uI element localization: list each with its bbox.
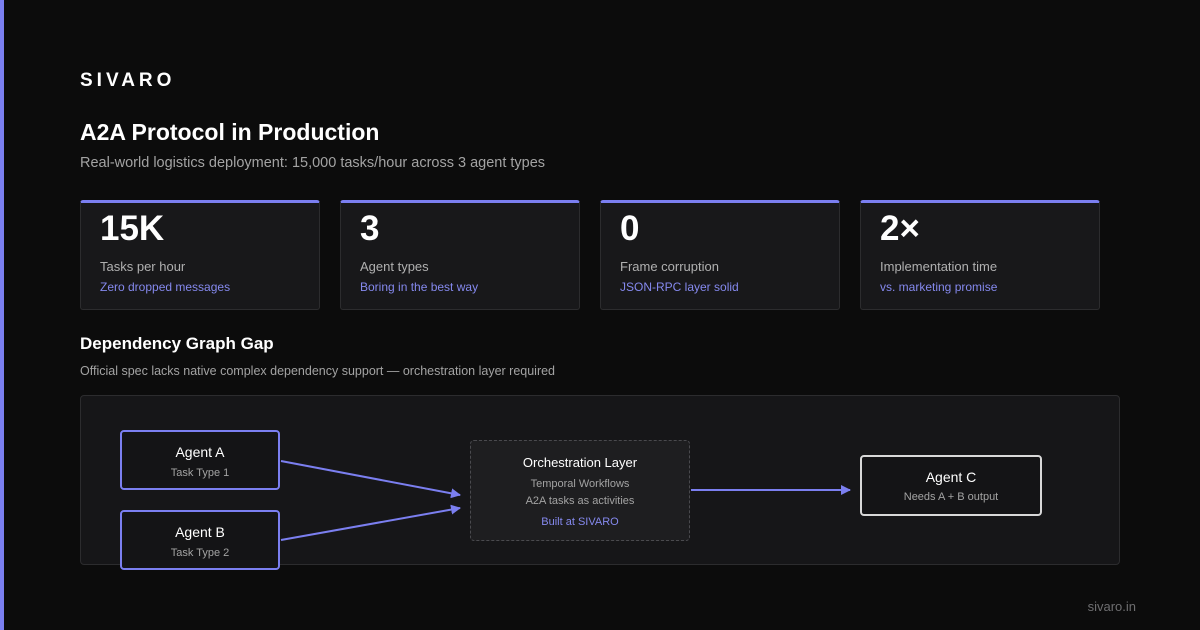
stats-row: 15K Tasks per hour Zero dropped messages… <box>80 200 1120 310</box>
orchestration-layer-node: Orchestration Layer Temporal Workflows A… <box>470 440 690 541</box>
stat-note: JSON-RPC layer solid <box>620 280 739 294</box>
dependency-diagram: Agent A Task Type 1 Agent B Task Type 2 … <box>80 395 1120 570</box>
arrow-a-to-orchestration <box>280 460 461 499</box>
stat-note: vs. marketing promise <box>880 280 998 294</box>
stat-card-agent-types: 3 Agent types Boring in the best way <box>340 200 580 310</box>
agent-c-node: Agent C Needs A + B output <box>860 455 1042 516</box>
brand-logo: SIVARO <box>80 70 176 91</box>
agent-b-node: Agent B Task Type 2 <box>120 510 280 570</box>
stat-value: 15K <box>100 209 165 248</box>
node-title: Orchestration Layer <box>522 455 638 470</box>
node-subtitle: Needs A + B output <box>903 491 999 503</box>
footer-url: sivaro.in <box>1087 599 1136 614</box>
stat-card-tasks: 15K Tasks per hour Zero dropped messages <box>80 200 320 310</box>
node-detail: A2A tasks as activities <box>525 495 635 507</box>
accent-bar <box>0 0 4 630</box>
built-at-label: Built at SIVARO <box>541 516 619 528</box>
stat-value: 3 <box>360 209 380 248</box>
node-title: Agent B <box>175 524 225 540</box>
stat-card-implementation-time: 2× Implementation time vs. marketing pro… <box>860 200 1100 310</box>
node-title: Agent C <box>925 469 977 485</box>
stat-value: 2× <box>880 209 920 248</box>
node-subtitle: Task Type 1 <box>170 467 230 479</box>
node-subtitle: Task Type 2 <box>170 547 230 559</box>
node-title: Agent A <box>175 444 225 460</box>
page-subtitle: Real-world logistics deployment: 15,000 … <box>80 155 546 171</box>
stat-label: Agent types <box>360 259 429 274</box>
stat-note: Zero dropped messages <box>100 280 231 294</box>
stat-label: Implementation time <box>880 259 998 274</box>
stat-note: Boring in the best way <box>360 280 479 294</box>
stat-card-frame-corruption: 0 Frame corruption JSON-RPC layer solid <box>600 200 840 310</box>
stat-label: Frame corruption <box>620 259 719 274</box>
stat-value: 0 <box>620 209 640 248</box>
stat-label: Tasks per hour <box>100 259 186 274</box>
agent-a-node: Agent A Task Type 1 <box>120 430 280 490</box>
section-subtitle: Official spec lacks native complex depen… <box>80 364 556 378</box>
page-title: A2A Protocol in Production <box>80 119 380 145</box>
arrow-b-to-orchestration <box>280 504 461 541</box>
node-detail: Temporal Workflows <box>530 478 630 490</box>
section-title: Dependency Graph Gap <box>80 334 274 353</box>
